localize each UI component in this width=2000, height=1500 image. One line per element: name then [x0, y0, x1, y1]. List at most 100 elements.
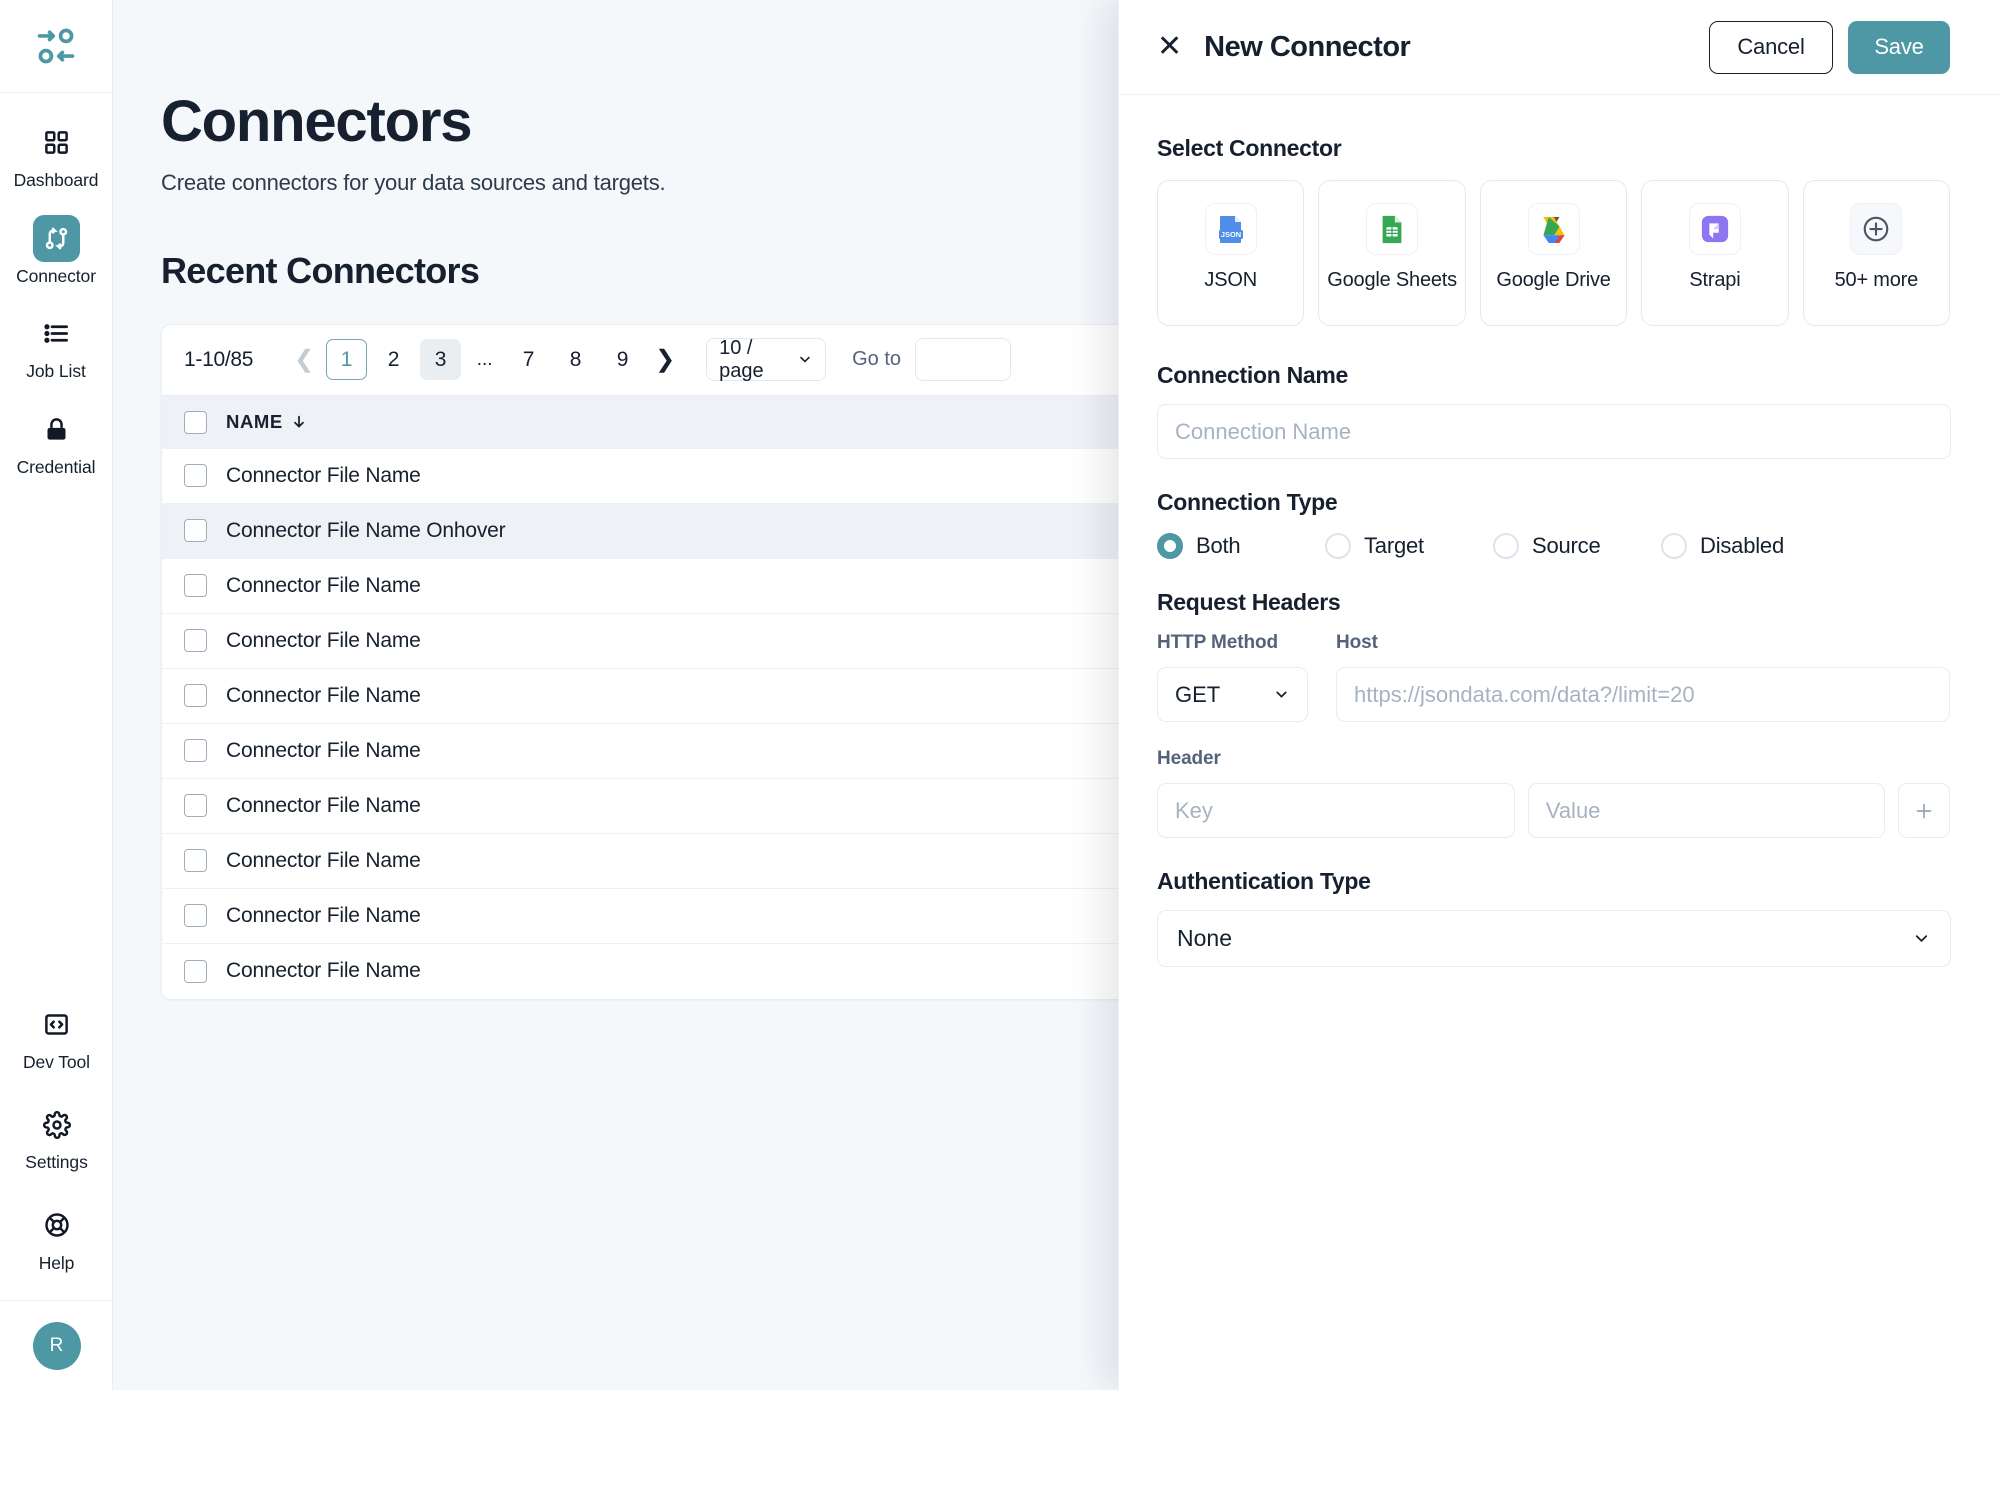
lock-icon — [33, 406, 80, 453]
connector-option-label: Google Drive — [1496, 269, 1611, 291]
select-connector-label: Select Connector — [1157, 135, 1342, 161]
radio-label: Source — [1532, 533, 1601, 558]
page-ellipsis: ... — [476, 348, 493, 370]
new-connector-panel: ✕ New Connector Cancel Save Select Conne… — [1118, 0, 2000, 1390]
row-name: Connector File Name Onhover — [226, 518, 506, 542]
sidebar-nav-top: Dashboard Connector Job List Credential — [10, 93, 102, 480]
header-value-input[interactable]: Value — [1527, 783, 1885, 838]
connector-option-label: JSON — [1204, 269, 1257, 291]
page-button-9[interactable]: 9 — [602, 339, 643, 380]
sidebar-nav-bottom: Dev Tool Settings Help R — [0, 997, 113, 1391]
row-name: Connector File Name — [226, 738, 421, 762]
row-checkbox[interactable] — [184, 574, 207, 598]
chevron-down-icon — [1276, 691, 1287, 698]
authentication-type-value: None — [1177, 925, 1232, 951]
panel-body: Select Connector JSON JSON Google Sheets… — [1119, 95, 2000, 967]
connection-name-input[interactable]: Connection Name — [1157, 404, 1951, 459]
row-checkbox[interactable] — [184, 464, 207, 488]
radio-indicator — [1661, 533, 1687, 559]
row-checkbox[interactable] — [184, 739, 207, 763]
add-header-button[interactable] — [1897, 783, 1950, 838]
connector-option-google-drive[interactable]: Google Drive — [1479, 180, 1628, 326]
close-x-icon[interactable]: ✕ — [1157, 32, 1182, 62]
page-size-select[interactable]: 10 / page — [706, 337, 827, 382]
radio-disabled[interactable]: Disabled — [1661, 533, 1784, 559]
goto-label: Go to — [852, 348, 902, 371]
row-name: Connector File Name — [226, 573, 421, 597]
sidebar-item-credential[interactable]: Credential — [10, 402, 102, 481]
sidebar-item-dashboard[interactable]: Dashboard — [10, 115, 102, 194]
radio-target[interactable]: Target — [1325, 533, 1493, 559]
connector-option-label: Google Sheets — [1327, 269, 1457, 291]
authentication-type-select[interactable]: None — [1157, 910, 1951, 967]
save-button[interactable]: Save — [1848, 20, 1950, 74]
google-drive-icon — [1527, 203, 1580, 255]
radio-label: Target — [1364, 533, 1424, 558]
http-method-value: GET — [1175, 681, 1221, 707]
http-method-select[interactable]: GET — [1157, 667, 1308, 722]
row-checkbox[interactable] — [184, 904, 207, 928]
connector-option-strapi[interactable]: Strapi — [1641, 180, 1789, 326]
row-checkbox[interactable] — [184, 794, 207, 818]
sidebar-item-label: Credential — [16, 456, 96, 477]
connection-name-label: Connection Name — [1157, 362, 1349, 388]
sidebar-item-settings[interactable]: Settings — [11, 1097, 103, 1176]
connector-option-label: Strapi — [1689, 269, 1741, 291]
chevron-down-icon — [1915, 935, 1928, 942]
sidebar-item-dev-tool[interactable]: Dev Tool — [11, 997, 103, 1076]
radio-both[interactable]: Both — [1157, 533, 1325, 559]
header-value-placeholder: Value — [1545, 797, 1601, 823]
request-headers-row: HTTP Method GET Host https://jsondata.co… — [1157, 632, 1950, 722]
column-header-name[interactable]: NAME — [226, 411, 307, 433]
code-icon — [33, 1001, 80, 1048]
plus-circle-icon — [1850, 203, 1903, 255]
header-key-value-row: Key Value — [1157, 783, 1950, 838]
avatar[interactable]: R — [32, 1321, 81, 1370]
connector-option-label: 50+ more — [1834, 269, 1919, 291]
row-name: Connector File Name — [226, 903, 421, 927]
page-button-1[interactable]: 1 — [326, 339, 368, 381]
host-input[interactable]: https://jsondata.com/data?/limit=20 — [1336, 667, 1950, 722]
panel-header-actions: Cancel Save — [1709, 20, 1950, 74]
list-icon — [33, 310, 80, 357]
header-key-input[interactable]: Key — [1157, 783, 1515, 838]
page-button-8[interactable]: 8 — [555, 339, 596, 380]
swap-arrows-logo-icon — [37, 28, 75, 64]
row-name: Connector File Name — [226, 793, 421, 817]
app-logo[interactable] — [0, 0, 113, 93]
page-button-2[interactable]: 2 — [373, 339, 414, 380]
connector-option-json[interactable]: JSON JSON — [1157, 180, 1305, 326]
host-placeholder: https://jsondata.com/data?/limit=20 — [1354, 681, 1695, 707]
sidebar-item-label: Help — [38, 1252, 75, 1273]
sidebar-item-help[interactable]: Help — [11, 1198, 103, 1277]
row-checkbox[interactable] — [184, 684, 207, 708]
cancel-button[interactable]: Cancel — [1709, 20, 1833, 74]
select-all-checkbox[interactable] — [184, 410, 207, 434]
connection-name-placeholder: Connection Name — [1175, 418, 1352, 444]
header-key-placeholder: Key — [1175, 797, 1213, 823]
goto-input[interactable] — [915, 338, 1012, 382]
row-checkbox[interactable] — [184, 629, 207, 653]
chevron-right-icon[interactable]: ❯ — [646, 341, 684, 379]
plus-icon — [1916, 803, 1932, 818]
chevron-left-icon[interactable]: ❮ — [285, 341, 323, 379]
row-name: Connector File Name — [226, 683, 421, 707]
radio-label: Disabled — [1700, 533, 1785, 558]
sidebar-item-job-list[interactable]: Job List — [10, 306, 102, 385]
host-label: Host — [1336, 632, 1378, 653]
connector-icon — [32, 214, 80, 262]
page-button-3[interactable]: 3 — [420, 339, 462, 381]
panel-title: New Connector — [1204, 30, 1411, 63]
page-button-7[interactable]: 7 — [508, 339, 549, 380]
sidebar-item-label: Connector — [16, 265, 96, 286]
request-headers-label: Request Headers — [1157, 589, 1341, 615]
row-checkbox[interactable] — [184, 519, 207, 543]
row-checkbox[interactable] — [184, 849, 207, 873]
connector-option-google-sheets[interactable]: Google Sheets — [1318, 180, 1466, 326]
row-checkbox[interactable] — [184, 959, 207, 983]
connector-option-more[interactable]: 50+ more — [1802, 180, 1951, 326]
sidebar-item-connector[interactable]: Connector — [10, 211, 102, 290]
radio-source[interactable]: Source — [1493, 533, 1661, 559]
row-name: Connector File Name — [226, 848, 421, 872]
radio-indicator — [1157, 533, 1183, 559]
